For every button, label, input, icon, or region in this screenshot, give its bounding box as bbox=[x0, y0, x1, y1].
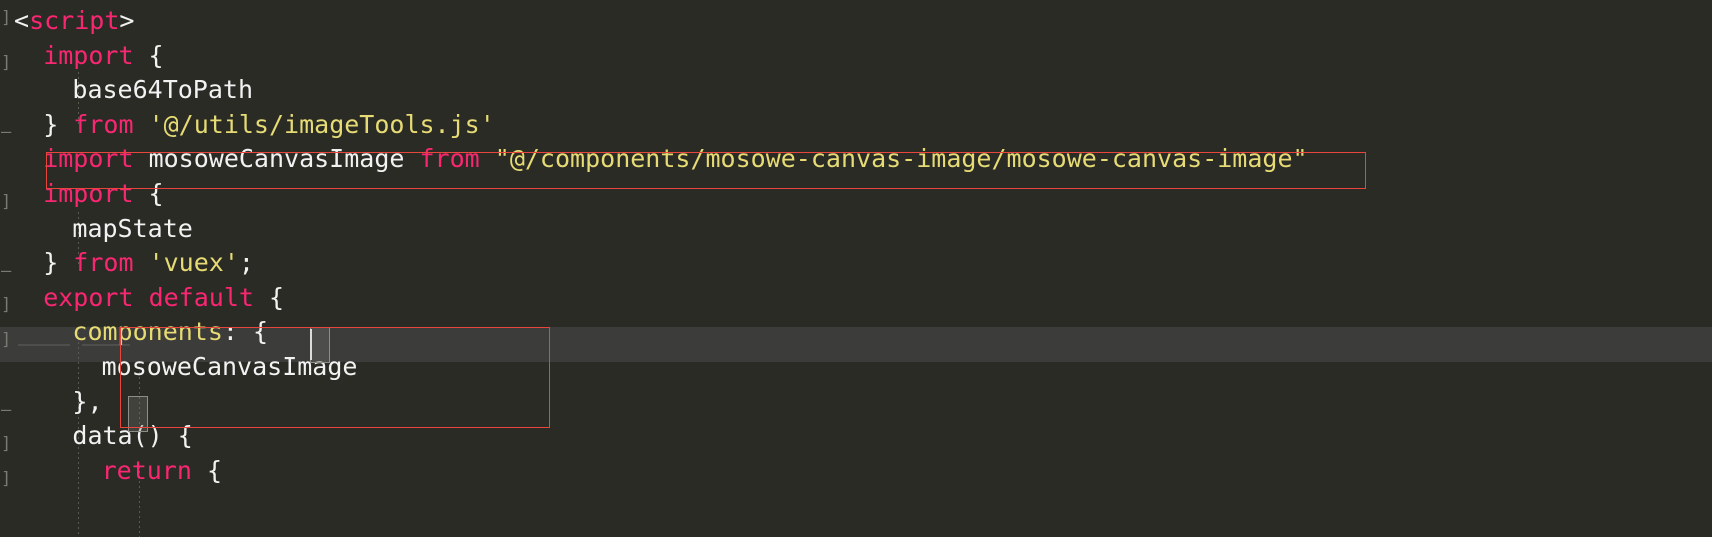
line-mapstate-token-0: mapState bbox=[72, 213, 193, 243]
line-export-default-token-0: export bbox=[43, 282, 134, 312]
line-export-default-token-3: { bbox=[253, 282, 285, 312]
line-import-mosowe-token-4: from bbox=[419, 144, 480, 174]
line-return[interactable]: return { bbox=[0, 454, 1712, 489]
line-import-open-2-token-0: import bbox=[43, 179, 134, 208]
line-script-open-token-2: > bbox=[119, 6, 135, 35]
line-base64topath-token-0: base64ToPath bbox=[72, 75, 254, 105]
line-import-open-1-token-1: { bbox=[133, 40, 164, 70]
line-import-open-2-token-1: { bbox=[133, 179, 164, 208]
line-import-mosowe-token-5 bbox=[480, 142, 495, 177]
line-import-mosowe-token-0: import bbox=[43, 144, 134, 174]
line-mapstate[interactable]: mapState bbox=[0, 212, 1712, 247]
line-from-imagetools[interactable]: } from '@/utils/imageTools.js' bbox=[0, 108, 1712, 143]
line-export-default-token-2: default bbox=[148, 282, 254, 312]
line-import-open-1[interactable]: import { bbox=[0, 39, 1712, 74]
line-from-vuex-token-2 bbox=[134, 246, 149, 281]
line-components[interactable]: components: { bbox=[0, 315, 1712, 350]
line-from-vuex-token-3: 'vuex' bbox=[148, 248, 239, 278]
line-from-imagetools-token-3: '@/utils/imageTools.js' bbox=[148, 109, 495, 139]
line-import-mosowe-token-3 bbox=[404, 142, 419, 177]
line-import-mosowe[interactable]: import mosoweCanvasImage from "@/compone… bbox=[0, 142, 1712, 177]
line-from-vuex[interactable]: } from 'vuex'; bbox=[0, 246, 1712, 281]
line-base64topath[interactable]: base64ToPath bbox=[0, 73, 1712, 108]
line-from-vuex-token-1: from bbox=[73, 248, 134, 278]
line-data-fn-token-0: data bbox=[72, 421, 133, 451]
line-import-mosowe-token-6: "@/components/mosowe-canvas-image/mosowe… bbox=[494, 144, 1308, 174]
line-components-token-1: : { bbox=[222, 317, 269, 347]
line-from-imagetools-token-0: } bbox=[43, 109, 74, 139]
line-import-open-1-token-0: import bbox=[43, 40, 134, 70]
code-editor[interactable]: <script>import {base64ToPath} from '@/ut… bbox=[0, 0, 1712, 537]
line-import-open-2[interactable]: import { bbox=[0, 177, 1712, 212]
line-components-member[interactable]: mosoweCanvasImage bbox=[0, 350, 1712, 385]
line-import-mosowe-token-1 bbox=[134, 142, 149, 177]
line-script-open-token-1: script bbox=[29, 6, 120, 35]
line-export-default[interactable]: export default { bbox=[0, 281, 1712, 316]
line-components-close-token-0: }, bbox=[72, 386, 103, 416]
line-from-imagetools-token-1: from bbox=[73, 109, 134, 139]
line-components-close[interactable]: }, bbox=[0, 385, 1712, 420]
line-return-token-1: { bbox=[191, 455, 223, 485]
text-caret bbox=[310, 329, 312, 360]
line-components-token-0: components bbox=[72, 317, 223, 347]
line-return-token-0: return bbox=[101, 455, 192, 485]
line-data-fn[interactable]: data() { bbox=[0, 419, 1712, 454]
line-export-default-token-1 bbox=[134, 281, 149, 316]
line-script-open[interactable]: <script> bbox=[0, 4, 1712, 39]
line-from-vuex-token-4: ; bbox=[238, 248, 254, 278]
line-components-member-token-0: mosoweCanvasImage bbox=[101, 352, 358, 381]
line-from-imagetools-token-2 bbox=[134, 108, 149, 143]
line-from-vuex-token-0: } bbox=[43, 248, 74, 278]
line-data-fn-token-1: () { bbox=[132, 421, 193, 451]
line-import-mosowe-token-2: mosoweCanvasImage bbox=[148, 144, 405, 174]
line-script-open-token-0: < bbox=[14, 6, 30, 35]
